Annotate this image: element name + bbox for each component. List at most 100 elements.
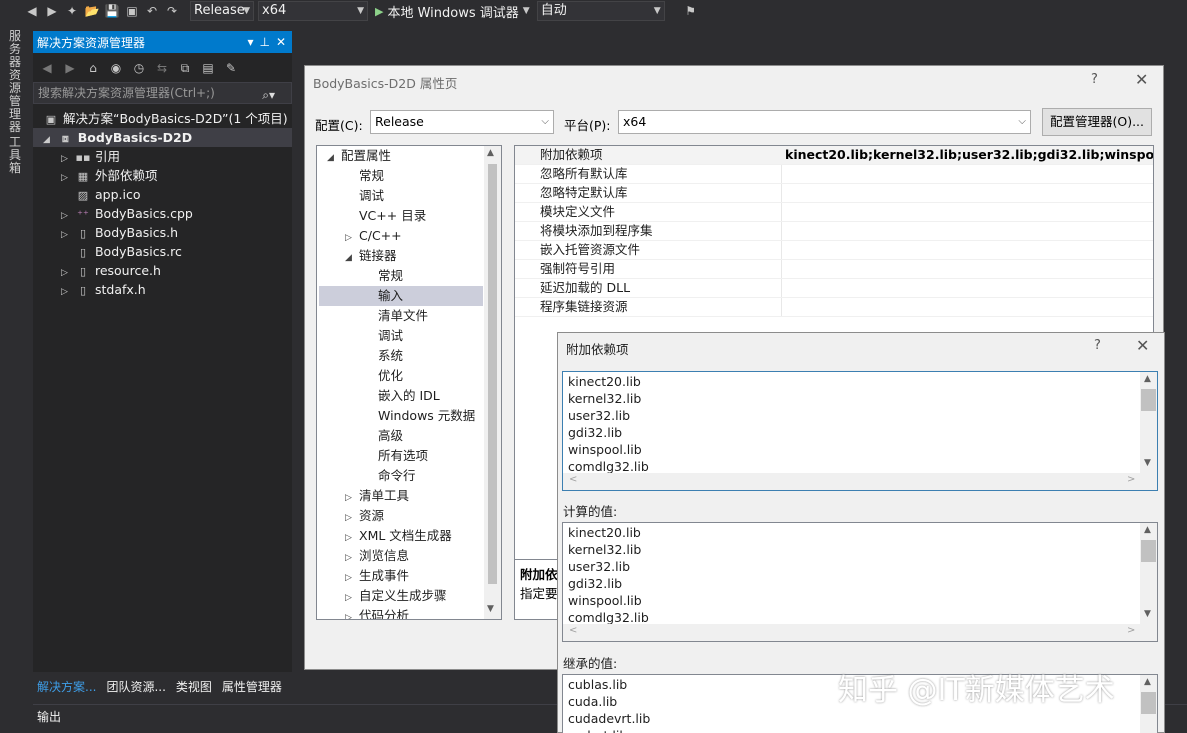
- property-value[interactable]: kinect20.lib;kernel32.lib;user32.lib;gdi…: [785, 146, 1154, 164]
- scroll-down-icon[interactable]: ▼: [487, 604, 494, 614]
- expand-arrow-icon[interactable]: ◢: [345, 248, 359, 268]
- solution-search-input[interactable]: 搜索解决方案资源管理器(Ctrl+;) ⌕▾: [33, 82, 292, 104]
- nav-item[interactable]: Windows 元数据: [364, 406, 475, 426]
- scroll-thumb[interactable]: [1141, 692, 1156, 714]
- property-row[interactable]: 延迟加载的 DLL: [515, 279, 1154, 298]
- nav-item[interactable]: ▷生成事件: [345, 566, 409, 586]
- expand-arrow-icon[interactable]: ▷: [345, 568, 359, 588]
- scroll-down-icon[interactable]: ▼: [1144, 458, 1151, 468]
- tab-team-explorer[interactable]: 团队资源...: [106, 678, 165, 695]
- scroll-up-icon[interactable]: ▲: [1144, 374, 1151, 384]
- history-icon[interactable]: ◷: [131, 60, 147, 76]
- scroll-up-icon[interactable]: ▲: [1144, 677, 1151, 687]
- nav-item[interactable]: VC++ 目录: [345, 206, 426, 226]
- start-debugging-button[interactable]: ▶ 本地 Windows 调试器 ▼: [372, 2, 533, 21]
- property-row[interactable]: 强制符号引用: [515, 260, 1154, 279]
- sync-icon[interactable]: ⇆: [154, 60, 170, 76]
- home-icon[interactable]: ⌂: [85, 60, 101, 76]
- tree-item-resource-h[interactable]: ▷ ▯ resource.h: [33, 261, 292, 280]
- property-row[interactable]: 忽略所有默认库: [515, 165, 1154, 184]
- help-button[interactable]: ?: [1094, 338, 1101, 353]
- nav-item[interactable]: 命令行: [364, 466, 416, 486]
- tab-property-manager[interactable]: 属性管理器: [222, 678, 282, 695]
- expand-arrow-icon[interactable]: ▷: [345, 508, 359, 528]
- property-row[interactable]: 附加依赖项kinect20.lib;kernel32.lib;user32.li…: [515, 146, 1154, 165]
- expand-arrow-icon[interactable]: ▷: [345, 588, 359, 608]
- nav-item[interactable]: 常规: [345, 166, 384, 186]
- nav-item[interactable]: ▷代码分析: [345, 606, 409, 620]
- scroll-thumb[interactable]: [1141, 540, 1156, 562]
- expand-arrow-icon[interactable]: ▷: [345, 528, 359, 548]
- nav-item[interactable]: 输入: [319, 286, 483, 306]
- edit-hscrollbar[interactable]: < >: [563, 473, 1158, 490]
- tree-item-references[interactable]: ▷ ▪▪ 引用: [33, 147, 292, 166]
- scroll-left-icon[interactable]: <: [569, 474, 577, 485]
- show-all-files-icon[interactable]: ▤: [200, 60, 216, 76]
- project-node[interactable]: ◢ ⧈ BodyBasics-D2D: [33, 128, 292, 147]
- expand-arrow-icon[interactable]: ▷: [345, 608, 359, 620]
- undo-icon[interactable]: ↶: [144, 3, 160, 19]
- toolbox-tab[interactable]: 工具箱: [9, 136, 25, 175]
- forward-icon[interactable]: ▶: [62, 60, 78, 76]
- tree-item-bodybasics-rc[interactable]: ▯ BodyBasics.rc: [33, 242, 292, 261]
- collapse-all-icon[interactable]: ⧉: [177, 60, 193, 76]
- scroll-left-icon[interactable]: <: [569, 625, 577, 636]
- solution-platform-dropdown[interactable]: x64 ▼: [258, 1, 368, 21]
- scroll-right-icon[interactable]: >: [1127, 474, 1135, 485]
- nav-item[interactable]: 优化: [364, 366, 403, 386]
- nav-item[interactable]: 高级: [364, 426, 403, 446]
- close-button[interactable]: ✕: [1135, 70, 1148, 89]
- save-all-icon[interactable]: ▣: [124, 3, 140, 19]
- nav-item[interactable]: 系统: [364, 346, 403, 366]
- globe-icon[interactable]: ◉: [108, 60, 124, 76]
- close-icon[interactable]: ✕: [276, 35, 286, 49]
- computed-hscrollbar[interactable]: < >: [563, 624, 1158, 641]
- tree-item-bodybasics-h[interactable]: ▷ ▯ BodyBasics.h: [33, 223, 292, 242]
- open-folder-icon[interactable]: 📂: [84, 3, 100, 19]
- inherited-vscrollbar[interactable]: ▲: [1140, 675, 1157, 733]
- tree-item-external-deps[interactable]: ▷ ▦ 外部依赖项: [33, 166, 292, 185]
- pin-icon[interactable]: ⊥: [259, 35, 269, 49]
- nav-item[interactable]: 调试: [364, 326, 403, 346]
- scroll-up-icon[interactable]: ▲: [487, 148, 494, 158]
- tab-solution-explorer[interactable]: 解决方案...: [37, 678, 96, 695]
- run-mode-dropdown[interactable]: 自动 ▼: [537, 1, 665, 21]
- property-row[interactable]: 将模块添加到程序集: [515, 222, 1154, 241]
- search-icon[interactable]: ⌕▾: [262, 85, 275, 105]
- nav-item[interactable]: 嵌入的 IDL: [364, 386, 440, 406]
- scroll-thumb[interactable]: [1141, 389, 1156, 411]
- property-row[interactable]: 模块定义文件: [515, 203, 1154, 222]
- tree-item-app-ico[interactable]: ▨ app.ico: [33, 185, 292, 204]
- nav-item[interactable]: 所有选项: [364, 446, 428, 466]
- nav-item[interactable]: 常规: [364, 266, 403, 286]
- nav-item[interactable]: ▷浏览信息: [345, 546, 409, 566]
- nav-item[interactable]: 清单文件: [364, 306, 428, 326]
- solution-node[interactable]: ▣ 解决方案“BodyBasics-D2D”(1 个项目): [33, 109, 292, 128]
- nav-item[interactable]: ▷自定义生成步骤: [345, 586, 447, 606]
- nav-item[interactable]: ◢链接器: [345, 246, 397, 266]
- help-button[interactable]: ?: [1091, 72, 1098, 87]
- nav-item[interactable]: ▷资源: [345, 506, 384, 526]
- nav-item[interactable]: ◢配置属性: [327, 146, 391, 166]
- computed-vscrollbar[interactable]: ▲ ▼: [1140, 523, 1157, 626]
- edit-vscrollbar[interactable]: ▲ ▼: [1140, 372, 1157, 475]
- back-icon[interactable]: ◀: [24, 3, 40, 19]
- server-explorer-tab[interactable]: 服务器资源管理器: [9, 30, 25, 134]
- dropdown-icon[interactable]: ▾: [247, 35, 253, 49]
- nav-item[interactable]: ▷清单工具: [345, 486, 409, 506]
- expand-arrow-icon[interactable]: ▷: [61, 283, 71, 302]
- property-row[interactable]: 忽略特定默认库: [515, 184, 1154, 203]
- config-manager-button[interactable]: 配置管理器(O)...: [1042, 108, 1152, 136]
- tab-class-view[interactable]: 类视图: [176, 678, 212, 695]
- forward-icon[interactable]: ▶: [44, 3, 60, 19]
- nav-item[interactable]: 调试: [345, 186, 384, 206]
- nav-item[interactable]: ▷XML 文档生成器: [345, 526, 452, 546]
- back-icon[interactable]: ◀: [39, 60, 55, 76]
- property-row[interactable]: 程序集链接资源: [515, 298, 1154, 317]
- properties-wrench-icon[interactable]: ✎: [223, 60, 239, 76]
- scroll-thumb[interactable]: [488, 164, 497, 584]
- tree-item-bodybasics-cpp[interactable]: ▷ ⁺⁺ BodyBasics.cpp: [33, 204, 292, 223]
- scroll-up-icon[interactable]: ▲: [1144, 525, 1151, 535]
- expand-arrow-icon[interactable]: ▷: [345, 228, 359, 248]
- expand-arrow-icon[interactable]: ▷: [345, 548, 359, 568]
